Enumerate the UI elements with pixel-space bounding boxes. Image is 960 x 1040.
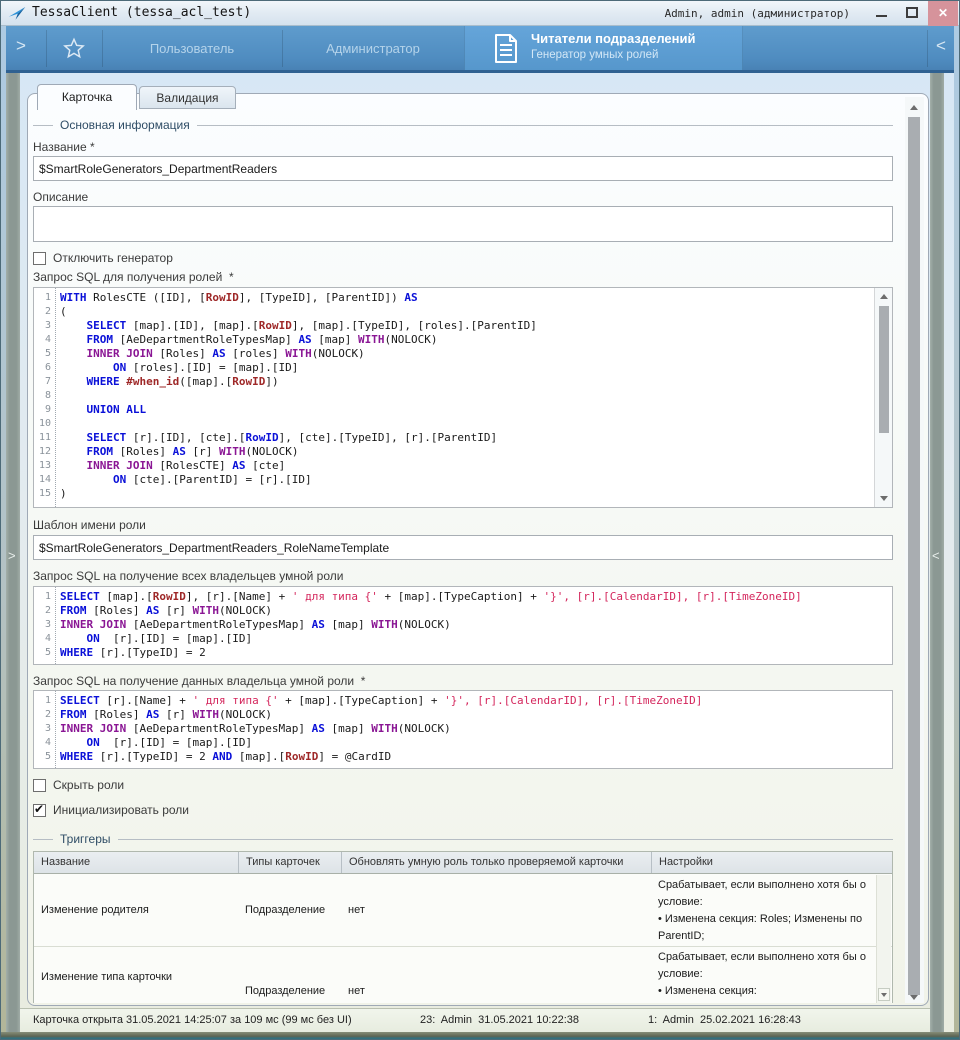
scroll-down-icon (881, 993, 887, 997)
group-triggers-label: Триггеры (53, 832, 118, 846)
left-panel-chevron-icon: > (8, 548, 16, 563)
status-card-opened: Карточка открыта 31.05.2021 14:25:07 за … (33, 1014, 352, 1026)
maximize-button[interactable] (898, 0, 926, 26)
maximize-icon (906, 7, 918, 18)
sql-owner-data-label: Запрос SQL на получение данных владельца… (33, 674, 365, 688)
table-body: Изменение родителяПодразделениенетСрабат… (34, 874, 892, 1003)
editor-scrollbar[interactable] (874, 288, 892, 507)
table-cell: нет (341, 947, 651, 1003)
checkbox-hide-roles[interactable]: Скрыть роли (33, 778, 124, 792)
scroll-up-icon[interactable] (910, 105, 918, 110)
triggers-table: НазваниеТипы карточекОбновлять умную рол… (33, 851, 893, 1003)
close-button[interactable]: ✕ (928, 0, 958, 26)
name-input[interactable] (33, 156, 893, 181)
right-panel-splitter[interactable]: < (930, 73, 944, 1032)
nav-separator (46, 30, 47, 67)
active-tab-title: Читатели подразделений (531, 31, 695, 46)
sql-roles-label: Запрос SQL для получения ролей * (33, 270, 234, 284)
checkbox-label: Инициализировать роли (53, 803, 189, 817)
checkbox-box (33, 804, 46, 817)
sql-owner-data-editor[interactable]: 12345 SELECT [r].[Name] + ' для типа {' … (33, 690, 893, 769)
table-cell: нет (341, 874, 651, 946)
group-main-info-label: Основная информация (53, 118, 197, 132)
active-tab-subtitle: Генератор умных ролей (531, 49, 658, 61)
nav-forward-chevron-icon[interactable]: < (936, 36, 946, 56)
table-cell: Подразделение (238, 947, 341, 1003)
table-scroll-down-button[interactable] (878, 988, 890, 1001)
status-modified: 23: Admin 31.05.2021 10:22:38 (420, 1014, 579, 1026)
checkbox-box (33, 779, 46, 792)
scrollbar-thumb[interactable] (879, 306, 889, 433)
table-row[interactable]: Изменение типа карточкиПодразделениенетС… (34, 947, 892, 1003)
checkbox-label: Отключить генератор (53, 251, 173, 265)
nav-tab-label: Пользователь (150, 41, 234, 56)
table-header: НазваниеТипы карточекОбновлять умную рол… (34, 852, 892, 874)
tessa-logo-icon (8, 4, 26, 22)
sql-owners-label: Запрос SQL на получение всех владельцев … (33, 569, 343, 583)
card-scrollbar[interactable] (905, 97, 924, 1003)
checkbox-label: Скрыть роли (53, 778, 124, 792)
tab-card[interactable]: Карточка (37, 84, 137, 110)
nav-tab-administrator[interactable]: Администратор (282, 26, 464, 70)
checkbox-disable-generator[interactable]: Отключить генератор (33, 251, 173, 265)
table-cell: Срабатывает, если выполнено хотя бы оусл… (651, 874, 877, 946)
role-name-template-input[interactable] (33, 535, 893, 560)
nav-tab-label: Администратор (326, 41, 420, 56)
column-header[interactable]: Настройки (651, 852, 877, 873)
window-frame-bottom (0, 1032, 960, 1040)
description-label: Описание (33, 190, 88, 204)
table-cell: Подразделение (238, 874, 341, 946)
sql-owners-editor[interactable]: 12345 SELECT [map].[RowID], [r].[Name] +… (33, 586, 893, 665)
statusbar: Карточка открыта 31.05.2021 14:25:07 за … (20, 1008, 930, 1032)
column-header[interactable]: Название (34, 852, 238, 873)
column-header[interactable]: Типы карточек (238, 852, 341, 873)
column-header[interactable]: Обновлять умную роль только проверяемой … (341, 852, 651, 873)
sql-code[interactable]: SELECT [r].[Name] + ' для типа {' + [map… (60, 694, 872, 764)
table-cell: Изменение родителя (34, 874, 238, 946)
line-number-gutter: 12345 (34, 694, 55, 764)
favorites-star-icon[interactable] (63, 37, 85, 59)
status-created: 1: Admin 25.02.2021 16:28:43 (648, 1014, 801, 1026)
table-cell: Срабатывает, если выполнено хотя бы оусл… (651, 947, 877, 1003)
table-row[interactable]: Изменение родителяПодразделениенетСрабат… (34, 874, 892, 947)
scroll-down-icon[interactable] (880, 496, 888, 501)
scroll-down-icon[interactable] (910, 995, 918, 1000)
line-number-gutter: 12345 (34, 590, 55, 660)
table-scrollbar[interactable] (876, 875, 891, 1003)
checkbox-box (33, 252, 46, 265)
group-main-info: Основная информация (33, 118, 893, 132)
nav-tab-user[interactable]: Пользователь (102, 26, 282, 70)
window-frame-right (954, 26, 960, 1032)
titlebar-user-info: Admin, admin (администратор) (665, 7, 850, 20)
tab-validation[interactable]: Валидация (139, 86, 236, 109)
nav-back-chevron-icon[interactable]: > (16, 36, 26, 56)
nav-separator (927, 30, 928, 67)
line-number-gutter: 123456789101112131415 (34, 291, 55, 501)
role-name-template-label: Шаблон имени роли (33, 518, 146, 532)
sql-roles-editor[interactable]: 123456789101112131415 WITH RolesCTE ([ID… (33, 287, 893, 508)
sql-code[interactable]: WITH RolesCTE ([ID], [RowID], [TypeID], … (60, 291, 872, 501)
scrollbar-thumb[interactable] (908, 117, 920, 995)
name-label: Название * (33, 140, 95, 154)
document-icon (493, 33, 519, 64)
nav-tab-department-readers[interactable]: Читатели подразделений Генератор умных р… (464, 26, 743, 70)
description-input[interactable] (33, 206, 893, 242)
right-panel-chevron-icon: < (932, 548, 940, 563)
left-panel-splitter[interactable]: > (6, 73, 20, 1032)
minimize-icon (876, 15, 887, 17)
minimize-button[interactable] (868, 0, 896, 26)
sql-code[interactable]: SELECT [map].[RowID], [r].[Name] + ' для… (60, 590, 872, 660)
window-title: TessaClient (tessa_acl_test) (32, 5, 251, 20)
scroll-up-icon[interactable] (880, 294, 888, 299)
table-cell: Изменение типа карточки (34, 947, 238, 1003)
group-triggers: Триггеры (33, 832, 893, 846)
navbar: > Пользователь Администратор Читатели по… (2, 26, 958, 73)
titlebar: TessaClient (tessa_acl_test) Admin, admi… (0, 0, 960, 26)
checkbox-init-roles[interactable]: Инициализировать роли (33, 803, 189, 817)
